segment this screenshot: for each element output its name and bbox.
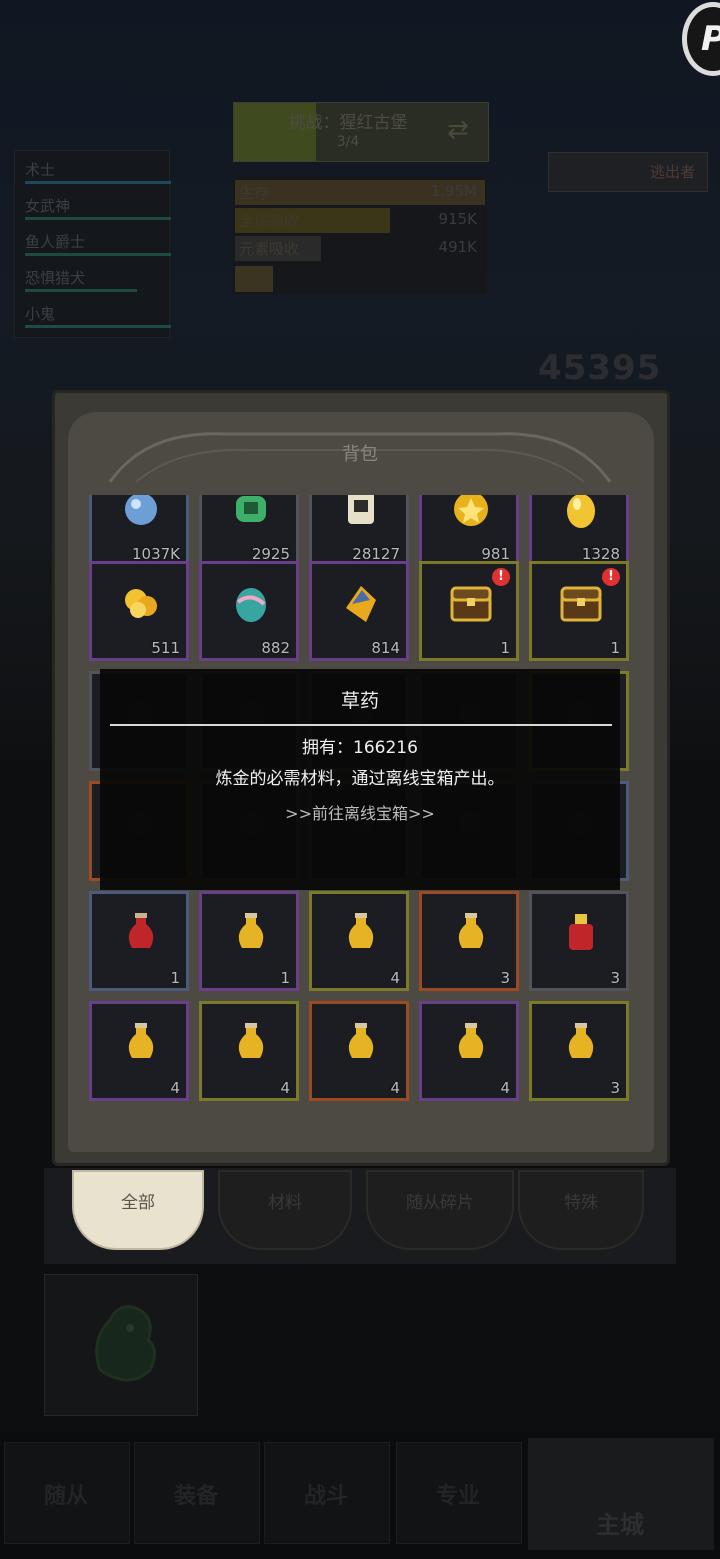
tooltip-link[interactable]: >>前往离线宝箱>>	[100, 800, 620, 824]
red-potion-icon	[128, 913, 154, 948]
nav-equipment-label: 装备	[173, 1484, 218, 1509]
item-count: 1	[610, 639, 620, 657]
hero-item: 女武神	[25, 197, 71, 215]
inventory-slot[interactable]: 4	[419, 1001, 519, 1101]
inventory-slot[interactable]: 4	[309, 891, 409, 991]
gold-ore-icon	[125, 589, 157, 618]
inventory-slot[interactable]: 1328	[529, 495, 629, 567]
treasure-chest-icon	[560, 586, 602, 622]
stage-name: 挑战：猩红古堡	[288, 113, 408, 133]
gold-potion-icon	[238, 913, 264, 948]
gold-potion-icon	[458, 913, 484, 948]
power-number: 45395	[538, 348, 662, 388]
stage-progress: 3/4	[336, 134, 360, 150]
gold-potion-icon	[238, 1023, 264, 1058]
escape-button[interactable]: 逃出者	[548, 152, 708, 192]
crystal-icon	[346, 586, 376, 622]
gold-potion-icon	[348, 913, 374, 948]
item-count: 4	[390, 969, 400, 987]
nav-companions-label: 随从	[43, 1484, 88, 1509]
gold-potion-icon	[458, 1023, 484, 1058]
nav-battle-label: 战斗	[303, 1484, 348, 1509]
scroll-icon	[348, 495, 374, 524]
nav-profession-label: 专业	[435, 1484, 480, 1509]
alert-badge-icon: !	[492, 568, 510, 586]
hero-item: 恐惧猎犬	[25, 269, 86, 287]
inventory-slot[interactable]: 4	[199, 1001, 299, 1101]
blue-gem-icon	[125, 495, 157, 525]
stat-label: 元素吸收	[239, 240, 300, 258]
stat-label: 全伤吸收	[239, 212, 300, 230]
tooltip-description: 炼金的必需材料，通过离线宝箱产出。	[215, 769, 505, 789]
stat-value: 915K	[438, 210, 477, 228]
tab-companion-shards-label: 随从碎片	[406, 1193, 474, 1213]
inventory-slot[interactable]: 2925	[199, 495, 299, 567]
stat-mini-bar	[235, 266, 273, 292]
item-count: 4	[390, 1079, 400, 1097]
item-count: 4	[500, 1079, 510, 1097]
inventory-slot[interactable]: 3	[419, 891, 519, 991]
logo-letter: P	[701, 19, 720, 59]
swap-icon: ⇄	[447, 115, 469, 145]
tab-special-label: 特殊	[564, 1193, 598, 1213]
item-count: 1	[170, 969, 180, 987]
inventory-slot[interactable]: 1037K	[89, 495, 189, 567]
inventory-slot[interactable]: 1!	[529, 561, 629, 661]
escape-label: 逃出者	[649, 163, 695, 181]
inventory-slot[interactable]: 1	[89, 891, 189, 991]
hero-list: 术士 女武神 鱼人爵士 恐惧猎犬 小鬼	[14, 150, 171, 338]
panel-title: 背包	[342, 444, 378, 465]
item-count: 3	[610, 1079, 620, 1097]
inventory-slot[interactable]: 3	[529, 891, 629, 991]
item-count: 1	[280, 969, 290, 987]
gold-egg-icon	[567, 495, 595, 528]
alert-badge-icon: !	[602, 568, 620, 586]
stat-value: 1.95M	[430, 182, 477, 200]
item-count: 4	[280, 1079, 290, 1097]
tooltip-owned: 拥有：166216	[302, 738, 418, 758]
inventory-slot[interactable]: 1!	[419, 561, 519, 661]
red-flask-icon	[569, 914, 593, 950]
inventory-slot[interactable]: 882	[199, 561, 299, 661]
gold-coin-icon	[454, 495, 488, 526]
item-count: 511	[151, 639, 180, 657]
item-count: 3	[500, 969, 510, 987]
treasure-chest-icon	[450, 586, 492, 622]
item-count: 4	[170, 1079, 180, 1097]
item-count: 1	[500, 639, 510, 657]
hero-item: 术士	[25, 161, 56, 179]
tab-materials-label: 材料	[268, 1193, 302, 1213]
stat-value: 491K	[438, 238, 477, 256]
inventory-slot[interactable]: 4	[89, 1001, 189, 1101]
item-count: 3	[610, 969, 620, 987]
inventory-slot[interactable]: 814	[309, 561, 409, 661]
inventory-slot[interactable]: 3	[529, 1001, 629, 1101]
dragon-icon	[95, 1305, 156, 1382]
item-count: 814	[371, 639, 400, 657]
gold-potion-icon	[348, 1023, 374, 1058]
hero-item: 小鬼	[25, 305, 56, 323]
inventory-slot[interactable]: 28127	[309, 495, 409, 567]
inventory-slot[interactable]: 1	[199, 891, 299, 991]
nav-main-city-label: 主城	[596, 1511, 644, 1539]
inventory-slot[interactable]: 511	[89, 561, 189, 661]
gold-potion-icon	[568, 1023, 594, 1058]
inventory-slot[interactable]: 981	[419, 495, 519, 567]
tooltip-title: 草药	[340, 690, 379, 712]
tooltip-divider	[110, 724, 612, 726]
inventory-slot[interactable]: 4	[309, 1001, 409, 1101]
stat-label: 生存	[239, 184, 270, 202]
item-count: 882	[261, 639, 290, 657]
teal-egg-icon	[236, 588, 266, 622]
hero-item: 鱼人爵士	[25, 233, 86, 251]
green-herb-icon	[236, 496, 266, 522]
tab-all-label: 全部	[121, 1193, 155, 1213]
gold-potion-icon	[128, 1023, 154, 1058]
